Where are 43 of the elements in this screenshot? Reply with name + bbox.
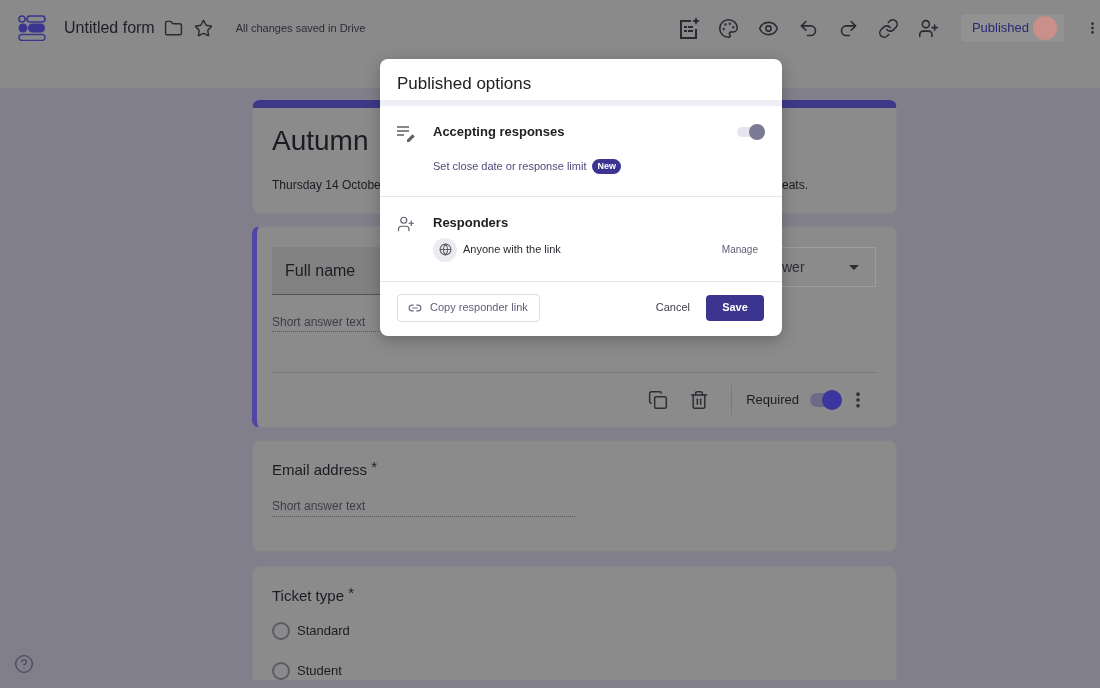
- access-label: Anyone with the link: [463, 242, 561, 258]
- radio-button[interactable]: [272, 622, 290, 640]
- globe-icon: [433, 237, 457, 262]
- app-logo-icon[interactable]: [18, 15, 46, 41]
- person-add-icon: [397, 214, 415, 233]
- published-button[interactable]: Published: [960, 14, 1064, 42]
- close-date-link[interactable]: Set close date or response limit: [433, 158, 587, 175]
- option-label: Standard: [297, 622, 350, 641]
- form-description: Thursday 14 Octobe: [272, 177, 381, 193]
- new-badge: New: [592, 158, 621, 174]
- copy-link-button[interactable]: Copy responder link: [397, 293, 540, 322]
- manage-link[interactable]: Manage: [721, 242, 758, 257]
- folder-icon[interactable]: [163, 18, 183, 38]
- add-person-icon[interactable]: [918, 17, 940, 39]
- question-title-field[interactable]: Full name: [272, 247, 382, 295]
- form-name[interactable]: Untitled form: [64, 16, 155, 40]
- caret-icon: [849, 264, 859, 270]
- copy-icon[interactable]: [648, 390, 669, 410]
- option-label: Student: [297, 662, 342, 680]
- palette-icon[interactable]: [718, 17, 740, 39]
- list-pencil-icon: [397, 124, 415, 142]
- required-label: Required: [746, 391, 799, 410]
- required-toggle[interactable]: [810, 390, 842, 410]
- answer-field[interactable]: Short answer text: [272, 312, 380, 332]
- save-button[interactable]: Save: [706, 294, 764, 321]
- section-heading: Accepting responses: [433, 123, 565, 142]
- form-description: eats.: [782, 177, 808, 193]
- answer-field[interactable]: Short answer text: [272, 495, 575, 517]
- form-title: Autumn: [272, 124, 369, 158]
- star-icon[interactable]: [193, 18, 213, 38]
- help-icon[interactable]: [14, 654, 34, 674]
- cancel-button[interactable]: Cancel: [647, 294, 698, 321]
- question-title: Email address *: [272, 461, 378, 479]
- radio-button[interactable]: [272, 662, 290, 680]
- toggle-switch[interactable]: [737, 124, 765, 140]
- avatar-icon: [1033, 16, 1057, 40]
- link-icon[interactable]: [878, 17, 900, 39]
- trash-icon[interactable]: [689, 390, 710, 410]
- section-heading: Responders: [433, 214, 509, 231]
- question-title: Ticket type *: [272, 587, 354, 605]
- form-sparkle-icon[interactable]: [677, 17, 700, 39]
- dialog-title: Published options: [397, 73, 532, 95]
- save-status: All changes saved in Drive: [235, 20, 366, 36]
